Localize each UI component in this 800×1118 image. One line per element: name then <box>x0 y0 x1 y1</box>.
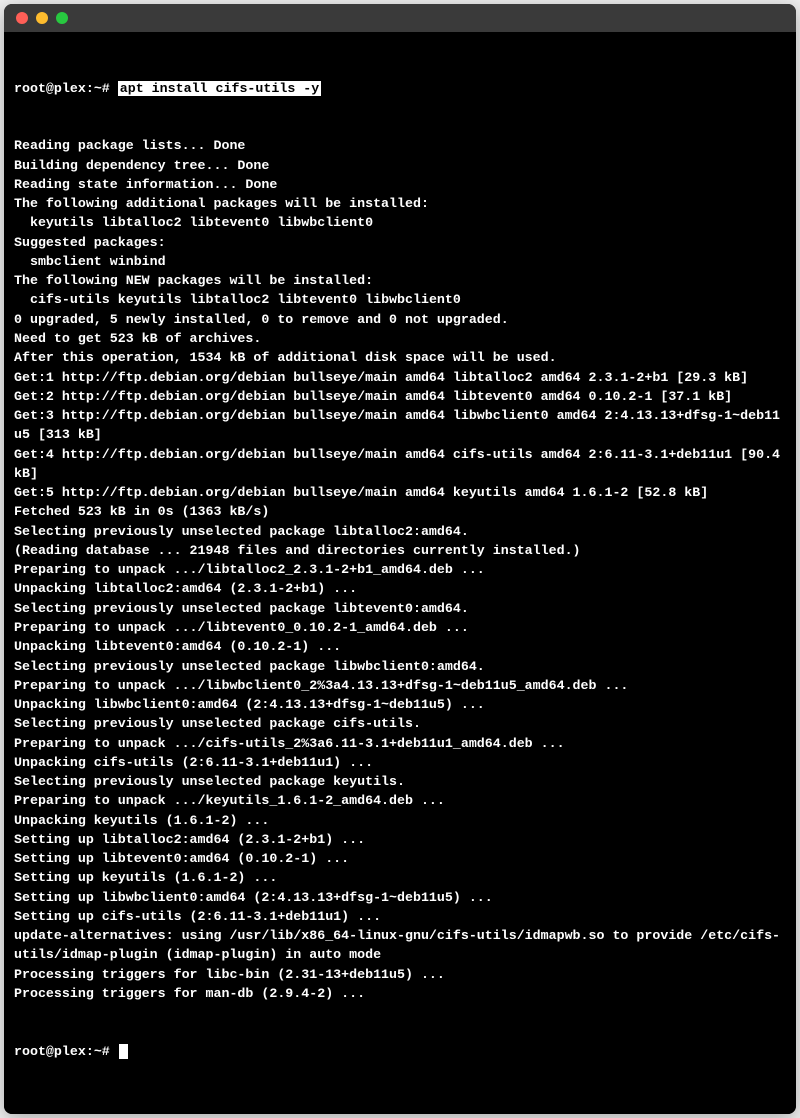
output-line: Suggested packages: <box>14 233 786 252</box>
terminal-window: root@plex:~# apt install cifs-utils -y R… <box>4 4 796 1114</box>
output-line: Selecting previously unselected package … <box>14 599 786 618</box>
output-line: Get:3 http://ftp.debian.org/debian bulls… <box>14 406 786 445</box>
output-line: The following NEW packages will be insta… <box>14 271 786 290</box>
title-bar <box>4 4 796 32</box>
output-line: Get:2 http://ftp.debian.org/debian bulls… <box>14 387 786 406</box>
prompt-char: # <box>102 81 110 96</box>
output-line: Preparing to unpack .../libtevent0_0.10.… <box>14 618 786 637</box>
output-line: cifs-utils keyutils libtalloc2 libtevent… <box>14 290 786 309</box>
output-line: Setting up keyutils (1.6.1-2) ... <box>14 868 786 887</box>
output-line: Unpacking cifs-utils (2:6.11-3.1+deb11u1… <box>14 753 786 772</box>
output-line: Get:1 http://ftp.debian.org/debian bulls… <box>14 368 786 387</box>
output-line: Setting up cifs-utils (2:6.11-3.1+deb11u… <box>14 907 786 926</box>
entered-command: apt install cifs-utils -y <box>118 81 322 96</box>
ready-prompt-line: root@plex:~# <box>14 1042 786 1061</box>
output-line: Preparing to unpack .../libtalloc2_2.3.1… <box>14 560 786 579</box>
output-line: Processing triggers for libc-bin (2.31-1… <box>14 965 786 984</box>
terminal-output: Reading package lists... DoneBuilding de… <box>14 136 786 1003</box>
close-icon[interactable] <box>16 12 28 24</box>
output-line: Preparing to unpack .../keyutils_1.6.1-2… <box>14 791 786 810</box>
terminal-body[interactable]: root@plex:~# apt install cifs-utils -y R… <box>4 32 796 1114</box>
output-line: Fetched 523 kB in 0s (1363 kB/s) <box>14 502 786 521</box>
maximize-icon[interactable] <box>56 12 68 24</box>
output-line: Unpacking keyutils (1.6.1-2) ... <box>14 811 786 830</box>
output-line: 0 upgraded, 5 newly installed, 0 to remo… <box>14 310 786 329</box>
output-line: Preparing to unpack .../libwbclient0_2%3… <box>14 676 786 695</box>
output-line: Building dependency tree... Done <box>14 156 786 175</box>
prompt-user-host: root@plex <box>14 1044 86 1059</box>
output-line: Get:4 http://ftp.debian.org/debian bulls… <box>14 445 786 484</box>
output-line: update-alternatives: using /usr/lib/x86_… <box>14 926 786 965</box>
command-prompt-line: root@plex:~# apt install cifs-utils -y <box>14 79 786 98</box>
output-line: Setting up libtalloc2:amd64 (2.3.1-2+b1)… <box>14 830 786 849</box>
output-line: Selecting previously unselected package … <box>14 657 786 676</box>
prompt-cwd: ~ <box>94 1044 102 1059</box>
output-line: Setting up libwbclient0:amd64 (2:4.13.13… <box>14 888 786 907</box>
output-line: Selecting previously unselected package … <box>14 522 786 541</box>
output-line: Need to get 523 kB of archives. <box>14 329 786 348</box>
output-line: Reading state information... Done <box>14 175 786 194</box>
cursor-icon <box>119 1044 128 1059</box>
minimize-icon[interactable] <box>36 12 48 24</box>
output-line: Unpacking libtevent0:amd64 (0.10.2-1) ..… <box>14 637 786 656</box>
output-line: Selecting previously unselected package … <box>14 772 786 791</box>
output-line: (Reading database ... 21948 files and di… <box>14 541 786 560</box>
output-line: The following additional packages will b… <box>14 194 786 213</box>
prompt-cwd: ~ <box>94 81 102 96</box>
prompt-char: # <box>102 1044 110 1059</box>
output-line: After this operation, 1534 kB of additio… <box>14 348 786 367</box>
output-line: Selecting previously unselected package … <box>14 714 786 733</box>
output-line: Processing triggers for man-db (2.9.4-2)… <box>14 984 786 1003</box>
output-line: Unpacking libwbclient0:amd64 (2:4.13.13+… <box>14 695 786 714</box>
prompt-user-host: root@plex <box>14 81 86 96</box>
output-line: Unpacking libtalloc2:amd64 (2.3.1-2+b1) … <box>14 579 786 598</box>
output-line: Reading package lists... Done <box>14 136 786 155</box>
output-line: smbclient winbind <box>14 252 786 271</box>
output-line: Preparing to unpack .../cifs-utils_2%3a6… <box>14 734 786 753</box>
output-line: keyutils libtalloc2 libtevent0 libwbclie… <box>14 213 786 232</box>
output-line: Setting up libtevent0:amd64 (0.10.2-1) .… <box>14 849 786 868</box>
output-line: Get:5 http://ftp.debian.org/debian bulls… <box>14 483 786 502</box>
